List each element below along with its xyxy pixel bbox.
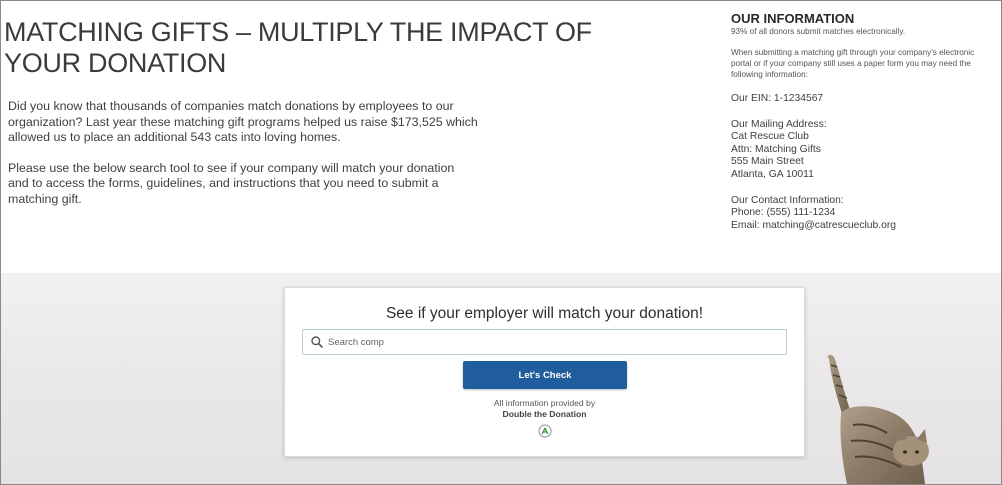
mailing-line: 555 Main Street — [731, 156, 804, 168]
double-the-donation-logo-icon — [538, 424, 552, 438]
intro-paragraph-1: Did you know that thousands of companies… — [8, 99, 478, 144]
provider-name: Double the Donation — [502, 409, 587, 419]
lets-check-button[interactable]: Let's Check — [463, 361, 627, 389]
ein: Our EIN: 1-1234567 — [731, 93, 824, 104]
search-section: See if your employer will match your don… — [1, 273, 1001, 484]
contact-phone: Phone: (555) 111-1234 — [731, 207, 836, 219]
info-note: When submitting a matching gift through … — [731, 48, 975, 79]
mailing-line: Atlanta, GA 10011 — [731, 168, 814, 180]
page-headline: MATCHING GIFTS – MULTIPLY THE IMPACT OF … — [4, 17, 592, 78]
info-stat: 93% of all donors submit matches electro… — [731, 27, 906, 36]
contact-email: Email: matching@catrescueclub.org — [731, 219, 896, 231]
page-frame: MATCHING GIFTS – MULTIPLY THE IMPACT OF … — [0, 0, 1002, 485]
mailing-address: Our Mailing Address: Cat Rescue Club Att… — [731, 119, 996, 182]
info-section: MATCHING GIFTS – MULTIPLY THE IMPACT OF … — [1, 1, 1001, 273]
search-icon — [311, 336, 323, 348]
provided-by: All information provided by Double the D… — [285, 398, 804, 420]
our-information-panel: OUR INFORMATION 93% of all donors submit… — [731, 11, 996, 232]
info-title: OUR INFORMATION — [731, 11, 855, 26]
company-search-box[interactable] — [302, 329, 787, 355]
mailing-line: Cat Rescue Club — [731, 131, 809, 143]
intro-text: Did you know that thousands of companies… — [8, 99, 478, 222]
provided-by-label: All information provided by — [493, 398, 596, 408]
mailing-label: Our Mailing Address: — [731, 118, 827, 130]
contact-label: Our Contact Information: — [731, 194, 844, 206]
mailing-line: Attn: Matching Gifts — [731, 143, 821, 155]
employer-search-card: See if your employer will match your don… — [284, 287, 805, 457]
contact-information: Our Contact Information: Phone: (555) 11… — [731, 195, 996, 233]
widget-title: See if your employer will match your don… — [385, 305, 704, 322]
intro-paragraph-2: Please use the below search tool to see … — [8, 160, 455, 206]
company-search-input[interactable] — [328, 336, 768, 348]
cat-illustration — [827, 354, 929, 484]
